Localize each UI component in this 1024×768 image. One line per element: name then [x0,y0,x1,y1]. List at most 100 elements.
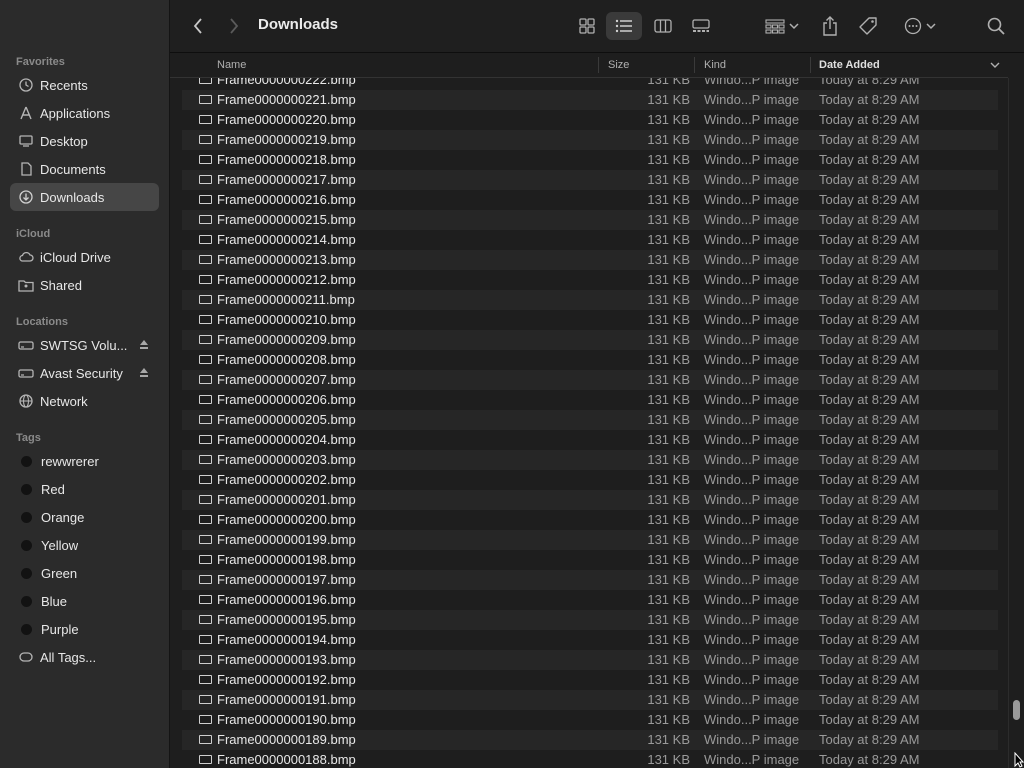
column-header-name[interactable]: Name [217,59,246,71]
file-row[interactable]: Frame0000000221.bmp 131 KB Windo...P image… [182,90,998,110]
file-row[interactable]: Frame0000000215.bmp 131 KB Windo...P image… [182,210,998,230]
file-kind: Windo...P image [704,132,800,147]
sidebar-item-label: rewwrerer [41,453,99,469]
sidebar-item-green[interactable]: Green [10,559,159,587]
column-divider[interactable] [598,57,599,73]
sidebar-item-rewwrerer[interactable]: rewwrerer [10,447,159,475]
file-row[interactable]: Frame0000000189.bmp 131 KB Windo...P image… [182,730,998,750]
bmp-file-icon [199,395,212,404]
icon-view-button[interactable] [572,12,602,40]
sidebar-item-blue[interactable]: Blue [10,587,159,615]
file-name: Frame0000000220.bmp [217,112,356,127]
file-row[interactable]: Frame0000000203.bmp 131 KB Windo...P image… [182,450,998,470]
column-view-button[interactable] [648,12,678,40]
file-row[interactable]: Frame0000000218.bmp 131 KB Windo...P image… [182,150,998,170]
file-row[interactable]: Frame0000000201.bmp 131 KB Windo...P image… [182,490,998,510]
group-button[interactable] [762,12,802,40]
file-row[interactable]: Frame0000000217.bmp 131 KB Windo...P image… [182,170,998,190]
column-header-size[interactable]: Size [608,59,629,71]
file-row[interactable]: Frame0000000191.bmp 131 KB Windo...P image… [182,690,998,710]
file-date-added: Today at 8:29 AM [819,312,920,327]
sort-chevron-down-icon[interactable] [990,62,1000,69]
file-row[interactable]: Frame0000000194.bmp 131 KB Windo...P image… [182,630,998,650]
file-name: Frame0000000211.bmp [217,292,355,307]
column-divider[interactable] [694,57,695,73]
share-button[interactable] [818,12,842,40]
sidebar-item-shared[interactable]: Shared [10,271,159,299]
file-date-added: Today at 8:29 AM [819,292,920,307]
file-row[interactable]: Frame0000000199.bmp 131 KB Windo...P image… [182,530,998,550]
file-row[interactable]: Frame0000000193.bmp 131 KB Windo...P image… [182,650,998,670]
file-row[interactable]: Frame0000000213.bmp 131 KB Windo...P image… [182,250,998,270]
file-row[interactable]: Frame0000000196.bmp 131 KB Windo...P image… [182,590,998,610]
sidebar-item-applications[interactable]: Applications [10,99,159,127]
sidebar-item-red[interactable]: Red [10,475,159,503]
file-date-added: Today at 8:29 AM [819,172,920,187]
file-row[interactable]: Frame0000000210.bmp 131 KB Windo...P image… [182,310,998,330]
forward-button[interactable] [222,12,246,40]
file-date-added: Today at 8:29 AM [819,152,920,167]
sidebar-item-label: Blue [41,593,68,609]
sidebar-item-downloads[interactable]: Downloads [10,183,159,211]
file-row[interactable]: Frame0000000207.bmp 131 KB Windo...P image… [182,370,998,390]
file-row[interactable]: Frame0000000195.bmp 131 KB Windo...P image… [182,610,998,630]
columns-icon [654,19,672,33]
sidebar-item-desktop[interactable]: Desktop [10,127,159,155]
file-row[interactable]: Frame0000000197.bmp 131 KB Windo...P image… [182,570,998,590]
eject-icon[interactable] [139,366,149,381]
sidebar-item-orange[interactable]: Orange [10,503,159,531]
sidebar-item-avast-security[interactable]: Avast Security [10,359,159,387]
column-divider[interactable] [810,57,811,73]
file-row[interactable]: Frame0000000205.bmp 131 KB Windo...P image… [182,410,998,430]
file-size: 131 KB [647,192,690,207]
file-kind: Windo...P image [704,372,800,387]
column-header-date-added[interactable]: Date Added [819,59,880,71]
file-date-added: Today at 8:29 AM [819,612,920,627]
back-button[interactable] [186,12,210,40]
file-row[interactable]: Frame0000000211.bmp 131 KB Windo...P image… [182,290,998,310]
sidebar-item-icloud-drive[interactable]: iCloud Drive [10,243,159,271]
file-row[interactable]: Frame0000000220.bmp 131 KB Windo...P image… [182,110,998,130]
file-row[interactable]: Frame0000000204.bmp 131 KB Windo...P image… [182,430,998,450]
file-size: 131 KB [647,392,690,407]
sidebar-item-network[interactable]: Network [10,387,159,415]
scrollbar-thumb[interactable] [1013,700,1020,720]
sidebar-item-yellow[interactable]: Yellow [10,531,159,559]
column-header-bar: Name Size Kind Date Added [170,53,1008,78]
file-row[interactable]: Frame0000000206.bmp 131 KB Windo...P image… [182,390,998,410]
sidebar-item-all-tags[interactable]: All Tags... [10,643,159,671]
sidebar-item-documents[interactable]: Documents [10,155,159,183]
file-row[interactable]: Frame0000000188.bmp 131 KB Windo...P image… [182,750,998,768]
file-row[interactable]: Frame0000000208.bmp 131 KB Windo...P image… [182,350,998,370]
bmp-file-icon [199,275,212,284]
tag-button[interactable] [856,12,880,40]
file-row[interactable]: Frame0000000209.bmp 131 KB Windo...P image… [182,330,998,350]
bmp-file-icon [199,115,212,124]
file-row[interactable]: Frame0000000192.bmp 131 KB Windo...P image… [182,670,998,690]
file-row[interactable]: Frame0000000214.bmp 131 KB Windo...P image… [182,230,998,250]
gallery-view-button[interactable] [686,12,716,40]
sidebar-item-recents[interactable]: Recents [10,71,159,99]
file-row[interactable]: Frame0000000198.bmp 131 KB Windo...P image… [182,550,998,570]
file-row[interactable]: Frame0000000202.bmp 131 KB Windo...P image… [182,470,998,490]
file-row[interactable]: Frame0000000200.bmp 131 KB Windo...P image… [182,510,998,530]
vertical-scrollbar[interactable] [1008,78,1024,768]
list-view-button[interactable] [606,12,642,40]
file-name: Frame0000000191.bmp [217,692,356,707]
sidebar-item-swtsg-volu[interactable]: SWTSG Volu... [10,331,159,359]
file-date-added: Today at 8:29 AM [819,532,920,547]
file-row[interactable]: Frame0000000212.bmp 131 KB Windo...P image… [182,270,998,290]
tag-color-dot-icon [21,511,32,523]
file-row[interactable]: Frame0000000190.bmp 131 KB Windo...P image… [182,710,998,730]
file-kind: Windo...P image [704,692,800,707]
file-row[interactable]: Frame0000000219.bmp 131 KB Windo...P image… [182,130,998,150]
search-button[interactable] [984,12,1008,40]
sidebar-item-purple[interactable]: Purple [10,615,159,643]
file-size: 131 KB [647,592,690,607]
file-row[interactable]: Frame0000000222.bmp 131 KB Windo...P image… [182,78,998,90]
tag-color-dot-icon [21,567,32,579]
file-row[interactable]: Frame0000000216.bmp 131 KB Windo...P image… [182,190,998,210]
eject-icon[interactable] [139,338,149,353]
column-header-kind[interactable]: Kind [704,59,726,71]
more-actions-button[interactable] [900,12,940,40]
